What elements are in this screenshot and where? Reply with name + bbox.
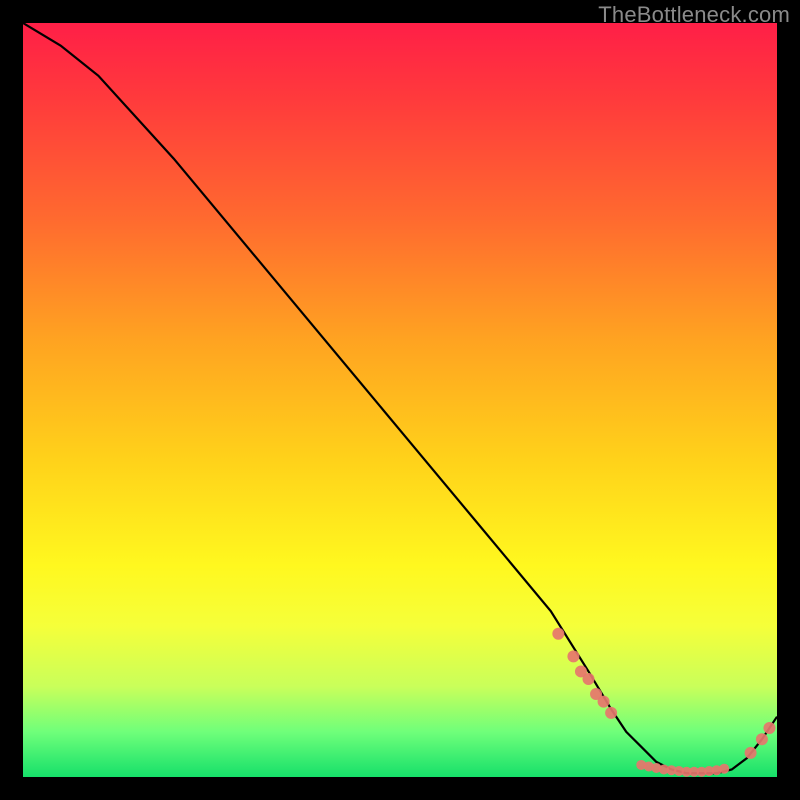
watermark-text: TheBottleneck.com (598, 2, 790, 28)
data-point (567, 650, 579, 662)
plot-area (23, 23, 777, 777)
data-point (605, 707, 617, 719)
data-point (583, 673, 595, 685)
data-point (552, 628, 564, 640)
chart-stage: TheBottleneck.com (0, 0, 800, 800)
data-point (756, 733, 768, 745)
data-point (719, 764, 729, 774)
data-markers (552, 628, 775, 777)
data-point (745, 747, 757, 759)
data-point (763, 722, 775, 734)
data-point (598, 696, 610, 708)
chart-overlay-svg (23, 23, 777, 777)
bottleneck-curve (23, 23, 777, 773)
